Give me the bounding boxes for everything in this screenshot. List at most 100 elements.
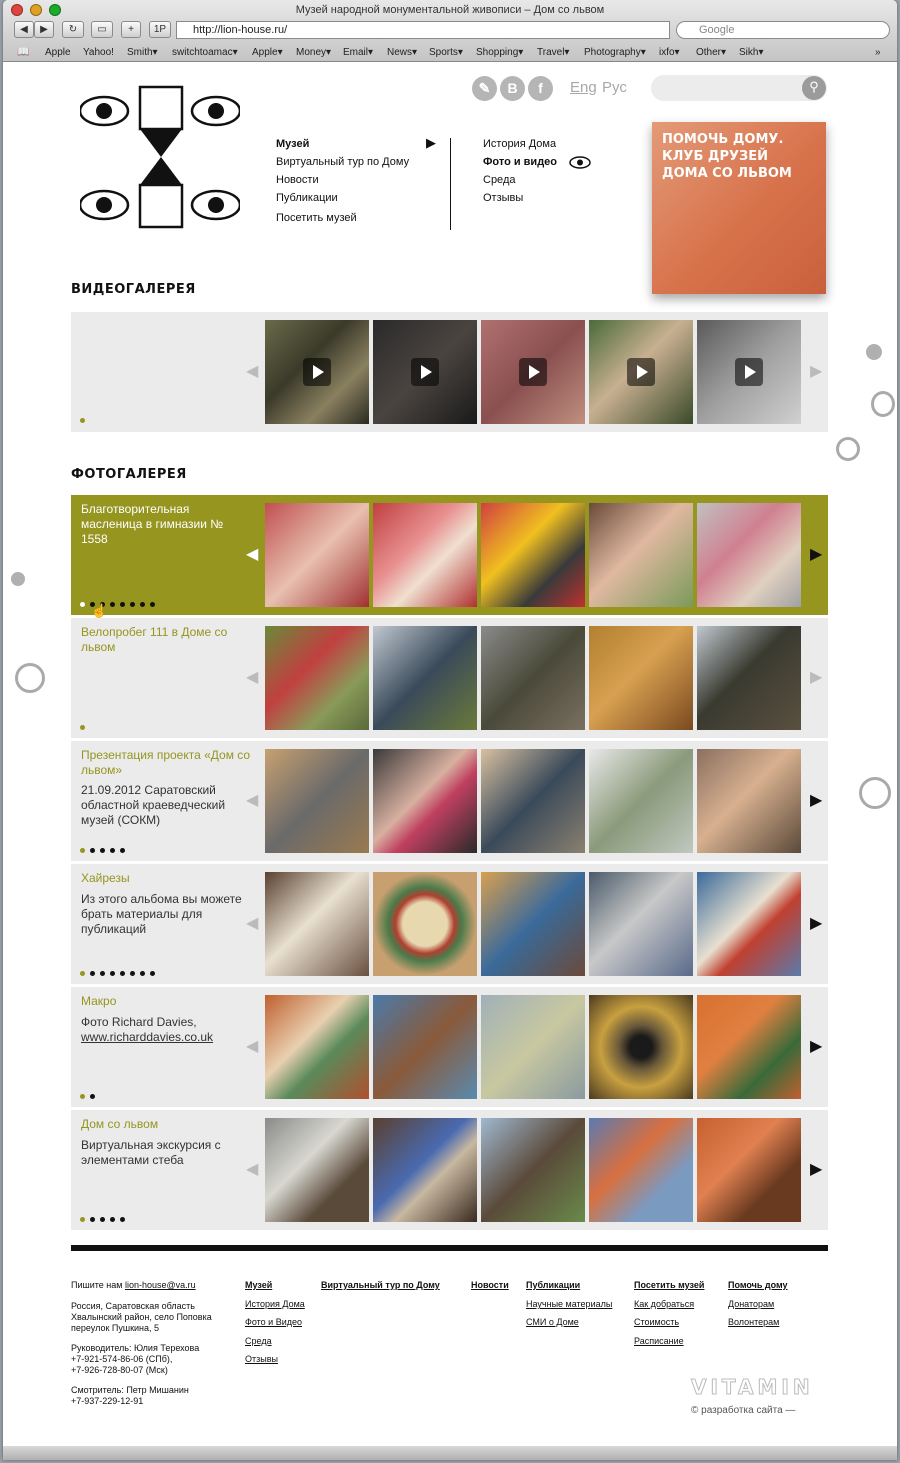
pager-dot[interactable] — [80, 971, 85, 976]
bookmark-item[interactable]: ixfo▾ — [659, 47, 680, 58]
footer-link[interactable]: Как добраться — [634, 1299, 694, 1309]
pager-dot[interactable] — [140, 971, 145, 976]
pager-dot[interactable] — [100, 971, 105, 976]
pager-dot[interactable] — [90, 848, 95, 853]
pager-dot[interactable] — [150, 602, 155, 607]
pager-dot[interactable] — [130, 971, 135, 976]
prev-arrow-icon[interactable]: ◀ — [246, 1162, 258, 1178]
google-search-field[interactable]: Google — [676, 21, 890, 39]
photo-thumbnail[interactable] — [265, 995, 369, 1099]
pager-dot[interactable] — [80, 725, 85, 730]
photo-thumbnail[interactable] — [697, 503, 801, 607]
photo-thumbnail[interactable] — [265, 626, 369, 730]
bookmark-item[interactable]: Travel▾ — [537, 47, 569, 58]
next-arrow-icon[interactable]: ▶ — [810, 1039, 822, 1055]
play-icon[interactable] — [303, 358, 331, 386]
prev-arrow-icon[interactable]: ◀ — [246, 916, 258, 932]
nav-item-publications[interactable]: Публикации — [276, 192, 338, 204]
photo-thumbnail[interactable] — [481, 1118, 585, 1222]
photo-album-row[interactable]: Хайрезы Из этого альбома вы можете брать… — [71, 864, 828, 984]
footer-link-news[interactable]: Новости — [471, 1280, 509, 1290]
play-icon[interactable] — [627, 358, 655, 386]
photo-thumbnail[interactable] — [373, 872, 477, 976]
nav-item-museum[interactable]: Музей — [276, 138, 309, 150]
next-arrow-icon[interactable]: ▶ — [810, 670, 822, 686]
subnav-item-history[interactable]: История Дома — [483, 138, 556, 150]
footer-link-tour[interactable]: Виртуальный тур по Дому — [321, 1280, 440, 1290]
album-title[interactable]: Благотворительная масленица в гимназии №… — [81, 502, 251, 547]
bookmark-item[interactable]: Apple — [45, 47, 71, 58]
footer-link[interactable]: Отзывы — [245, 1354, 278, 1364]
footer-link[interactable]: Стоимость — [634, 1317, 679, 1327]
album-title[interactable]: Хайрезы — [81, 871, 251, 886]
photo-album-row[interactable]: Благотворительная масленица в гимназии №… — [71, 495, 828, 618]
photo-thumbnail[interactable] — [589, 995, 693, 1099]
photo-thumbnail[interactable] — [265, 503, 369, 607]
back-button[interactable]: ◀ — [14, 21, 34, 38]
bookmark-item[interactable]: Sports▾ — [429, 47, 463, 58]
snapback-button[interactable]: ▭ — [91, 21, 113, 38]
reading-list-icon[interactable]: 📖 — [17, 47, 29, 58]
footer-link[interactable]: Среда — [245, 1336, 272, 1346]
pager-dot[interactable] — [130, 602, 135, 607]
album-title[interactable]: Велопробег 111 в Доме со львом — [81, 625, 251, 655]
video-thumbnail[interactable] — [589, 320, 693, 424]
help-house-banner[interactable]: ПОМОЧЬ ДОМУ. КЛУБ ДРУЗЕЙ ДОМА СО ЛЬВОМ — [652, 122, 826, 294]
pager-dot[interactable] — [90, 971, 95, 976]
facebook-icon[interactable]: f — [528, 76, 553, 101]
prev-arrow-icon[interactable]: ◀ — [246, 793, 258, 809]
lang-rus-link[interactable]: Рус — [602, 79, 627, 96]
photo-thumbnail[interactable] — [265, 1118, 369, 1222]
subnav-item-photo-video[interactable]: Фото и видео — [483, 156, 557, 168]
photo-thumbnail[interactable] — [589, 626, 693, 730]
photo-thumbnail[interactable] — [481, 749, 585, 853]
bookmark-item[interactable]: Other▾ — [696, 47, 726, 58]
photo-thumbnail[interactable] — [265, 872, 369, 976]
photo-thumbnail[interactable] — [373, 503, 477, 607]
photo-thumbnail[interactable] — [697, 872, 801, 976]
bookmark-item[interactable]: Smith▾ — [127, 47, 158, 58]
bookmark-item[interactable]: Money▾ — [296, 47, 331, 58]
bookmark-item[interactable]: Shopping▾ — [476, 47, 523, 58]
photo-album-row[interactable]: Презентация проекта «Дом со львом» 21.09… — [71, 741, 828, 861]
photo-thumbnail[interactable] — [589, 749, 693, 853]
pager-dot[interactable] — [80, 848, 85, 853]
pager-dot[interactable] — [80, 418, 85, 423]
pager-dot[interactable] — [120, 602, 125, 607]
contact-email-link[interactable]: lion-house@va.ru — [125, 1280, 196, 1290]
photo-thumbnail[interactable] — [589, 503, 693, 607]
bookmark-item[interactable]: Sikh▾ — [739, 47, 763, 58]
pager-dot[interactable] — [110, 848, 115, 853]
prev-arrow-icon[interactable]: ◀ — [246, 364, 258, 380]
footer-link[interactable]: Фото и Видео — [245, 1317, 302, 1327]
lang-eng-link[interactable]: Eng — [570, 79, 597, 96]
bookmark-item[interactable]: Apple▾ — [252, 47, 283, 58]
photo-thumbnail[interactable] — [697, 1118, 801, 1222]
prev-arrow-icon[interactable]: ◀ — [246, 1039, 258, 1055]
nav-item-news[interactable]: Новости — [276, 174, 319, 186]
video-thumbnail[interactable] — [481, 320, 585, 424]
photo-thumbnail[interactable] — [265, 749, 369, 853]
pager-dot[interactable] — [80, 1094, 85, 1099]
album-external-link[interactable]: www.richarddavies.co.uk — [81, 1030, 251, 1045]
album-title[interactable]: Дом со львом — [81, 1117, 251, 1132]
photo-album-row[interactable]: Макро Фото Richard Davies, www.richardda… — [71, 987, 828, 1107]
footer-link[interactable]: СМИ о Доме — [526, 1317, 579, 1327]
bookmark-item[interactable]: Email▾ — [343, 47, 373, 58]
pager-dot[interactable] — [90, 1094, 95, 1099]
photo-album-row[interactable]: Велопробег 111 в Доме со львом ◀ ▶ — [71, 618, 828, 738]
photo-thumbnail[interactable] — [373, 749, 477, 853]
play-icon[interactable] — [735, 358, 763, 386]
next-arrow-icon[interactable]: ▶ — [810, 916, 822, 932]
album-title[interactable]: Макро — [81, 994, 251, 1009]
pager-dot[interactable] — [120, 848, 125, 853]
photo-thumbnail[interactable] — [481, 626, 585, 730]
bookmark-item[interactable]: News▾ — [387, 47, 417, 58]
footer-link[interactable]: Научные материалы — [526, 1299, 612, 1309]
footer-link[interactable]: Волонтерам — [728, 1317, 779, 1327]
photo-thumbnail[interactable] — [697, 626, 801, 730]
lion-house-logo[interactable] — [80, 85, 240, 230]
pager-dot[interactable] — [110, 971, 115, 976]
prev-arrow-icon[interactable]: ◀ — [246, 670, 258, 686]
footer-link[interactable]: Расписание — [634, 1336, 684, 1346]
